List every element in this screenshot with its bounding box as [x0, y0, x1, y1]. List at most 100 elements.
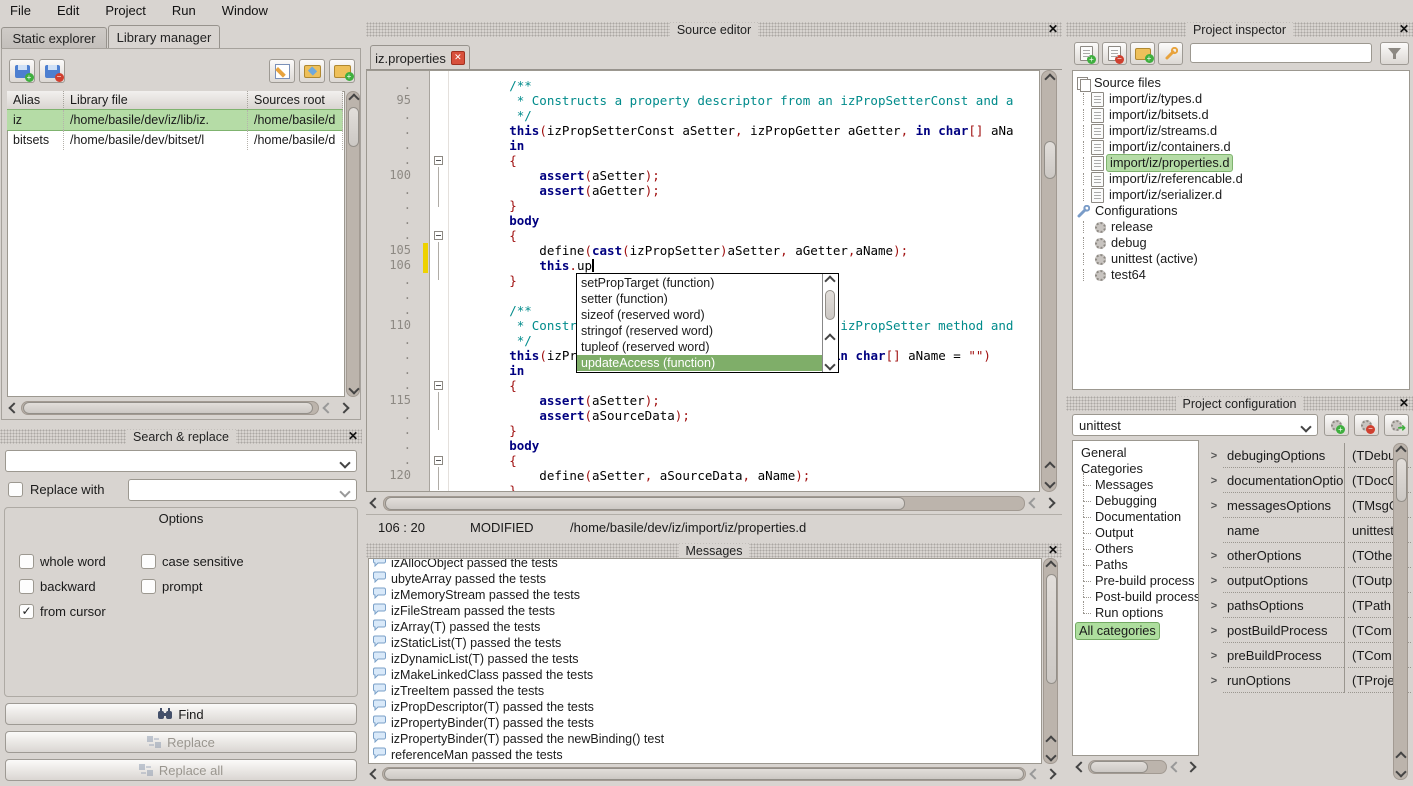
editor-vscrollbar[interactable]: [1041, 70, 1057, 492]
remove-configuration-button[interactable]: −: [1354, 414, 1379, 436]
code-editor[interactable]: .95....100....105106...110....115....120…: [366, 70, 1040, 492]
tree-item-import-iz-streams-d[interactable]: import/iz/streams.d: [1091, 123, 1217, 139]
category-categories[interactable]: Categories: [1081, 461, 1143, 477]
messages-list[interactable]: izAllocObject passed the testsubyteArray…: [368, 558, 1042, 764]
column-header-alias[interactable]: Alias: [7, 91, 64, 110]
editor-hscrollbar[interactable]: [368, 496, 1060, 511]
category-post-build-process[interactable]: Post-build process: [1095, 589, 1199, 605]
menu-edit[interactable]: Edit: [57, 3, 79, 18]
tree-root-configurations[interactable]: Configurations: [1077, 203, 1178, 219]
completion-popup-scrollbar[interactable]: [822, 274, 838, 372]
message-item[interactable]: ubyteArray passed the tests: [369, 571, 1041, 587]
remove-source-button[interactable]: −: [1102, 42, 1127, 65]
messages-hscrollbar[interactable]: [368, 767, 1060, 781]
message-item[interactable]: izMakeLinkedClass passed the tests: [369, 667, 1041, 683]
completion-item[interactable]: updateAccess (function): [577, 355, 823, 371]
message-item[interactable]: izPropertyBinder(T) passed the newBindin…: [369, 731, 1041, 747]
expand-row-icon[interactable]: >: [1205, 593, 1223, 618]
tree-item-import-iz-containers-d[interactable]: import/iz/containers.d: [1091, 139, 1231, 155]
message-item[interactable]: izAllocObject passed the tests: [369, 558, 1041, 571]
replace-all-button[interactable]: Replace all: [5, 759, 357, 781]
tree-item-import-iz-types-d[interactable]: import/iz/types.d: [1091, 91, 1202, 107]
menu-file[interactable]: File: [10, 3, 31, 18]
tab-static-explorer[interactable]: Static explorer: [1, 27, 107, 49]
config-grid-vscrollbar[interactable]: [1393, 443, 1408, 780]
add-configuration-button[interactable]: +: [1324, 414, 1349, 436]
replace-input[interactable]: [128, 479, 357, 501]
message-item[interactable]: izStaticList(T) passed the tests: [369, 635, 1041, 651]
category-messages[interactable]: Messages: [1095, 477, 1153, 493]
tree-item-import-iz-serializer-d[interactable]: import/iz/serializer.d: [1091, 187, 1222, 203]
message-item[interactable]: izFileStream passed the tests: [369, 603, 1041, 619]
completion-popup[interactable]: setPropTarget (function)setter (function…: [576, 273, 839, 373]
add-source-folder-button[interactable]: +: [1130, 42, 1155, 65]
expand-row-icon[interactable]: >: [1205, 443, 1223, 468]
checkbox-from-cursor[interactable]: ✓: [19, 604, 34, 619]
column-header-library-file[interactable]: Library file: [64, 91, 248, 110]
category-all-categories[interactable]: All categories: [1075, 623, 1160, 639]
category-run-options[interactable]: Run options: [1095, 605, 1163, 621]
close-tab-icon[interactable]: ✕: [451, 51, 465, 65]
fold-collapse-icon[interactable]: [434, 456, 443, 465]
checkbox-whole-word[interactable]: [19, 554, 34, 569]
tree-item-config-release[interactable]: release: [1095, 219, 1153, 235]
tree-root-source-files[interactable]: Source files: [1077, 75, 1161, 91]
expand-row-icon[interactable]: >: [1205, 668, 1223, 693]
add-sources-folder-button[interactable]: +: [329, 59, 355, 83]
category-debugging[interactable]: Debugging: [1095, 493, 1157, 509]
completion-item[interactable]: setPropTarget (function): [577, 275, 823, 291]
inspector-tree[interactable]: Source filesimport/iz/types.dimport/iz/b…: [1072, 70, 1410, 390]
completion-item[interactable]: tupleof (reserved word): [577, 339, 823, 355]
tree-item-import-iz-properties-d[interactable]: import/iz/properties.d: [1091, 155, 1233, 171]
open-sources-button[interactable]: [299, 59, 325, 83]
library-table-hscrollbar[interactable]: [7, 401, 360, 415]
checkbox-backward[interactable]: [19, 579, 34, 594]
expand-row-icon[interactable]: >: [1205, 468, 1223, 493]
tab-library-manager[interactable]: Library manager: [108, 25, 220, 49]
checkbox-prompt[interactable]: [141, 579, 156, 594]
config-categories-list[interactable]: GeneralCategoriesMessagesDebuggingDocume…: [1072, 440, 1199, 756]
clone-configuration-button[interactable]: ➜: [1384, 414, 1409, 436]
expand-row-icon[interactable]: >: [1205, 493, 1223, 518]
replace-button[interactable]: Replace: [5, 731, 357, 753]
close-source-editor-icon[interactable]: ✕: [1048, 22, 1058, 37]
close-project-inspector-icon[interactable]: ✕: [1399, 22, 1409, 37]
messages-vscrollbar[interactable]: [1043, 558, 1058, 764]
find-button[interactable]: Find: [5, 703, 357, 725]
close-project-configuration-icon[interactable]: ✕: [1399, 396, 1409, 411]
checkbox-case-sensitive[interactable]: [141, 554, 156, 569]
expand-row-icon[interactable]: >: [1205, 643, 1223, 668]
message-item[interactable]: izArray(T) passed the tests: [369, 619, 1041, 635]
category-others[interactable]: Others: [1095, 541, 1133, 557]
expand-row-icon[interactable]: >: [1205, 568, 1223, 593]
replace-enable-checkbox[interactable]: [8, 482, 23, 497]
message-item[interactable]: izPropertyBinder(T) passed the tests: [369, 715, 1041, 731]
search-input[interactable]: [5, 450, 357, 472]
menu-window[interactable]: Window: [222, 3, 268, 18]
category-general[interactable]: General: [1081, 445, 1127, 461]
edit-library-button[interactable]: [269, 59, 295, 83]
message-item[interactable]: izTreeItem passed the tests: [369, 683, 1041, 699]
remove-library-button[interactable]: −: [39, 59, 65, 83]
filter-button[interactable]: [1380, 42, 1409, 65]
completion-item[interactable]: stringof (reserved word): [577, 323, 823, 339]
tree-item-import-iz-bitsets-d[interactable]: import/iz/bitsets.d: [1091, 107, 1209, 123]
completion-item[interactable]: sizeof (reserved word): [577, 307, 823, 323]
close-messages-panel-icon[interactable]: ✕: [1048, 543, 1058, 558]
category-output[interactable]: Output: [1095, 525, 1133, 541]
tree-item-config-test64[interactable]: test64: [1095, 267, 1146, 283]
project-settings-button[interactable]: [1158, 42, 1183, 65]
expand-row-icon[interactable]: >: [1205, 543, 1223, 568]
menu-project[interactable]: Project: [105, 3, 145, 18]
message-item[interactable]: izPropDescriptor(T) passed the tests: [369, 699, 1041, 715]
message-item[interactable]: referenceMan passed the tests: [369, 747, 1041, 763]
tree-item-import-iz-referencable-d[interactable]: import/iz/referencable.d: [1091, 171, 1243, 187]
menu-run[interactable]: Run: [172, 3, 196, 18]
tree-item-config-debug[interactable]: debug: [1095, 235, 1147, 251]
config-property-grid[interactable]: >debugingOptions(TDebu>documentationOpti…: [1205, 440, 1413, 786]
category-pre-build-process[interactable]: Pre-build process: [1095, 573, 1195, 589]
fold-collapse-icon[interactable]: [434, 381, 443, 390]
library-row-iz[interactable]: iz/home/basile/dev/iz/lib/iz./home/basil…: [7, 110, 343, 130]
add-library-button[interactable]: +: [9, 59, 35, 83]
completion-item[interactable]: setter (function): [577, 291, 823, 307]
